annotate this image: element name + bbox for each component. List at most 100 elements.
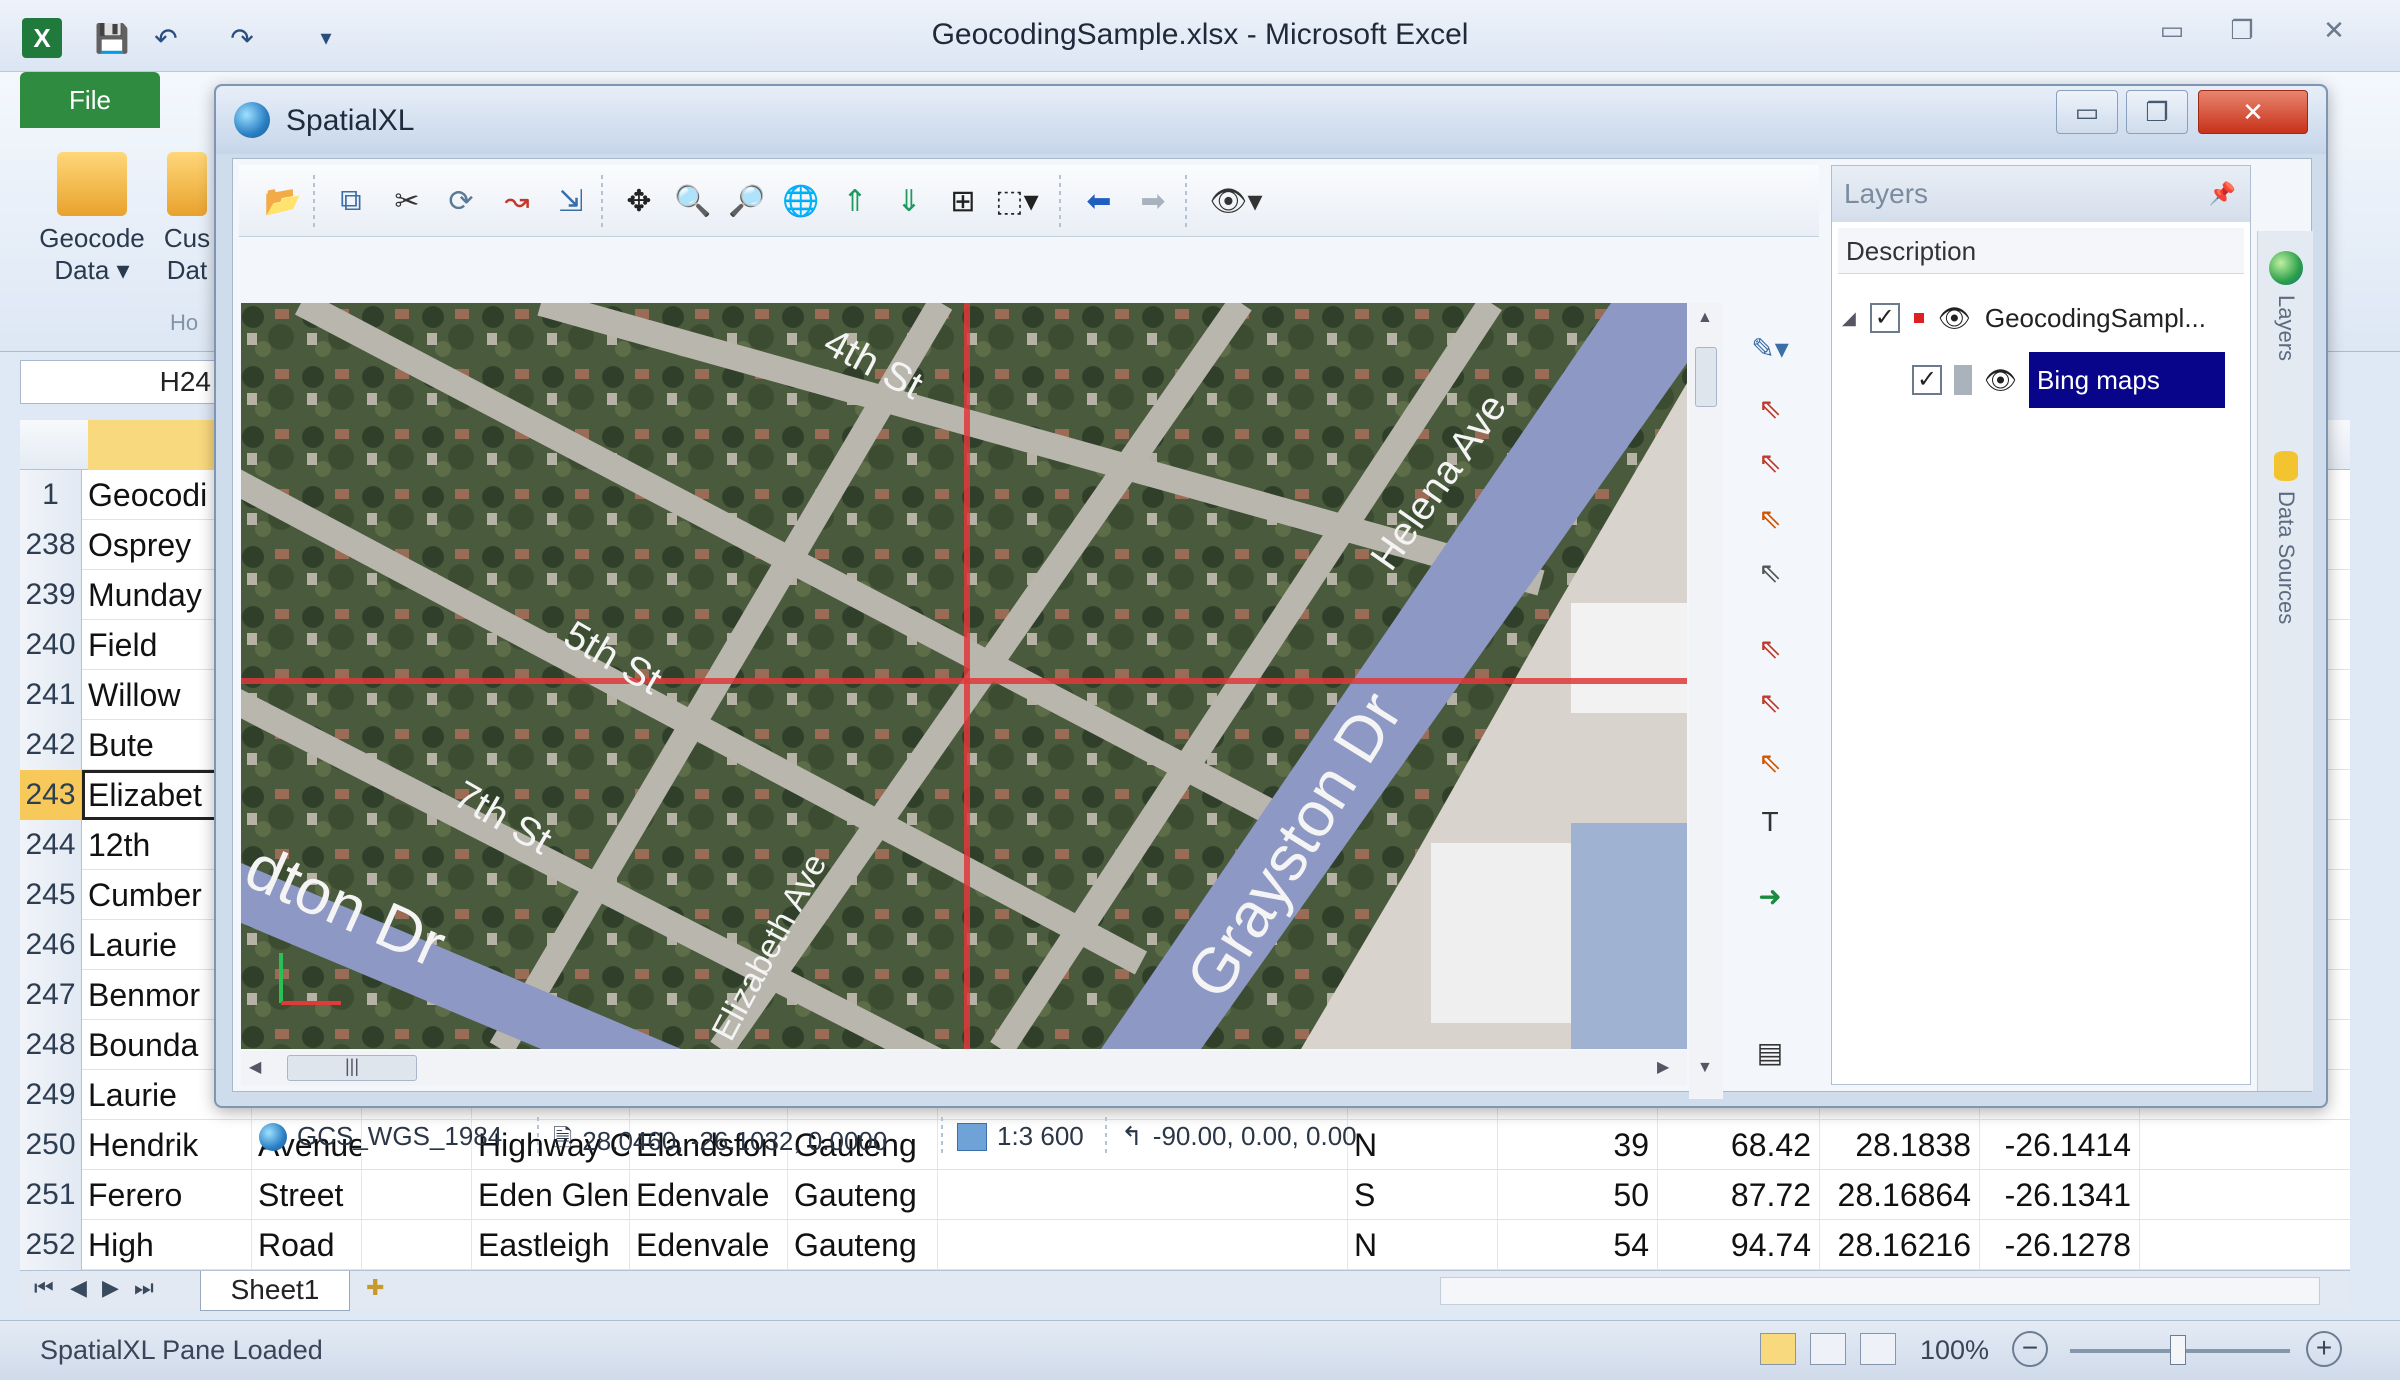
chart-tool-icon[interactable]: ⇲ (549, 179, 593, 223)
copy-layer-icon[interactable]: ⧉ (329, 179, 373, 223)
map-vertical-thumb[interactable] (1695, 347, 1717, 407)
route-icon[interactable]: ↝ (495, 179, 539, 223)
zoom-box-dropdown-icon[interactable]: ⬚▾ (995, 179, 1039, 223)
open-folder-icon[interactable]: 📂 (261, 179, 305, 223)
table-cell[interactable]: 28.1838 (1820, 1120, 1980, 1170)
row-number[interactable]: 251 (20, 1170, 82, 1220)
normal-view-icon[interactable] (1760, 1333, 1796, 1365)
name-box[interactable]: H24 (20, 360, 220, 404)
table-row[interactable]: 252 High Road Eastleigh Edenvale Gauteng N 54 94… (20, 1220, 2350, 1270)
zoom-out-tool-icon[interactable]: 🔎 (725, 179, 769, 223)
row-number[interactable]: 238 (20, 520, 82, 570)
visibility-dropdown-icon[interactable]: 👁▾ (1201, 179, 1271, 223)
zoom-previous-icon[interactable]: ⇑ (833, 179, 877, 223)
row-number[interactable]: 243 (20, 770, 82, 820)
page-layout-view-icon[interactable] (1810, 1333, 1846, 1365)
table-cell[interactable]: S (1348, 1170, 1498, 1220)
data-sources-rail-tab[interactable]: Data Sources (2266, 451, 2306, 624)
table-cell[interactable]: 28.16864 (1820, 1170, 1980, 1220)
scroll-left-icon[interactable]: ◀ (249, 1057, 261, 1077)
aerial-map[interactable]: 4th St 5th St 7th St Elizabeth Ave Helen… (241, 303, 1687, 1049)
map-horizontal-scrollbar[interactable]: ◀ ||| ▶ (241, 1051, 1687, 1085)
table-cell[interactable]: 28.16216 (1820, 1220, 1980, 1270)
row-number[interactable]: 250 (20, 1120, 82, 1170)
table-cell[interactable]: Road (252, 1220, 362, 1270)
spatialxl-close-button[interactable]: ✕ (2198, 90, 2308, 134)
zoom-next-icon[interactable]: ⇓ (887, 179, 931, 223)
select-2d-icon[interactable]: ⇖ (1745, 385, 1795, 431)
row-number[interactable]: 244 (20, 820, 82, 870)
row-number[interactable]: 248 (20, 1020, 82, 1070)
geocode-data-button[interactable]: Geocode Data ▾ (32, 152, 152, 286)
map-vertical-scrollbar[interactable]: ▲ ▼ (1689, 303, 1723, 1099)
layer-checkbox[interactable]: ✓ (1912, 365, 1942, 395)
scroll-up-icon[interactable]: ▲ (1697, 309, 1713, 327)
table-cell[interactable]: 94.74 (1658, 1220, 1820, 1270)
spatialxl-restore-button[interactable]: ❐ (2126, 90, 2188, 134)
layer-row-geocoding[interactable]: ◢ ✓ 👁 GeocodingSampl... (1842, 290, 2206, 346)
file-tab[interactable]: File (20, 72, 160, 128)
row-number[interactable]: 241 (20, 670, 82, 720)
table-cell[interactable]: Eastleigh (472, 1220, 630, 1270)
table-row[interactable]: 251 Ferero Street Eden Glen Edenvale Gauteng S… (20, 1170, 2350, 1220)
last-sheet-icon[interactable]: ⏭ (134, 1275, 154, 1301)
scroll-down-icon[interactable]: ▼ (1697, 1059, 1713, 1077)
table-cell[interactable]: Edenvale (630, 1170, 788, 1220)
excel-close-button[interactable]: ✕ (2306, 10, 2362, 50)
zoom-in-icon[interactable]: + (2306, 1331, 2342, 1367)
export-icon[interactable]: ➜ (1745, 873, 1795, 919)
table-cell[interactable]: 54 (1498, 1220, 1658, 1270)
layers-column-header[interactable]: Description (1838, 228, 2244, 274)
table-cell[interactable]: Eden Glen (472, 1170, 630, 1220)
table-cell[interactable]: Edenvale (630, 1220, 788, 1270)
select-2d-poly-icon[interactable]: ⇖ (1745, 495, 1795, 541)
visibility-icon[interactable]: 👁 (1938, 303, 1971, 334)
identify-line-icon[interactable]: ⇖ (1745, 679, 1795, 725)
forward-arrow-icon[interactable]: ➡ (1131, 179, 1175, 223)
select-2d-area-icon[interactable]: ⇖ (1745, 439, 1795, 485)
layer-row-bing[interactable]: ✓ 👁 Bing maps (1912, 352, 2226, 408)
spatialxl-minimize-button[interactable]: ▭ (2056, 90, 2118, 134)
map-horizontal-thumb[interactable]: ||| (287, 1055, 417, 1081)
excel-restore-button[interactable]: ❐ (2214, 10, 2270, 50)
refresh-map-icon[interactable]: ⟳ (439, 179, 483, 223)
prev-sheet-icon[interactable]: ◀ (70, 1275, 87, 1301)
table-cell[interactable] (938, 1170, 1348, 1220)
table-cell[interactable]: Ferero (82, 1170, 252, 1220)
select-scale-icon[interactable]: ⇖ (1745, 549, 1795, 595)
full-extent-globe-icon[interactable]: 🌐 (779, 179, 823, 223)
layers-rail-tab[interactable]: Layers (2266, 251, 2306, 361)
pan-icon[interactable]: ✥ (617, 179, 661, 223)
page-break-view-icon[interactable] (1860, 1333, 1896, 1365)
insert-sheet-icon[interactable]: ✚ (366, 1275, 384, 1301)
row-number[interactable]: 247 (20, 970, 82, 1020)
table-cell[interactable]: -26.1414 (1980, 1120, 2140, 1170)
table-cell[interactable] (938, 1220, 1348, 1270)
table-cell[interactable]: Street (252, 1170, 362, 1220)
custom-data-button[interactable]: Cus Dat (162, 152, 212, 286)
table-cell[interactable]: N (1348, 1220, 1498, 1270)
pin-icon[interactable]: 📌 (2209, 166, 2236, 222)
layer-checkbox[interactable]: ✓ (1869, 303, 1900, 333)
table-cell[interactable]: -26.1341 (1980, 1170, 2140, 1220)
identify-area-icon[interactable]: ⇖ (1745, 739, 1795, 785)
row-number[interactable]: 240 (20, 620, 82, 670)
identify-point-icon[interactable]: ⇖ (1745, 625, 1795, 671)
row-number[interactable]: 242 (20, 720, 82, 770)
scroll-right-icon[interactable]: ▶ (1657, 1057, 1669, 1077)
map-view[interactable]: 4th St 5th St 7th St Elizabeth Ave Helen… (241, 303, 1687, 1049)
row-number[interactable]: 246 (20, 920, 82, 970)
table-cell[interactable]: High (82, 1220, 252, 1270)
table-cell[interactable]: 50 (1498, 1170, 1658, 1220)
visibility-icon[interactable]: 👁 (1984, 365, 2017, 396)
table-cell[interactable] (362, 1170, 472, 1220)
zoom-level[interactable]: 100% (1920, 1335, 1989, 1366)
attribute-tool-icon[interactable]: ✂ (385, 179, 429, 223)
table-cell[interactable]: 87.72 (1658, 1170, 1820, 1220)
row-number[interactable]: 245 (20, 870, 82, 920)
collapse-icon[interactable]: ◢ (1842, 308, 1856, 329)
table-cell[interactable] (362, 1220, 472, 1270)
sheet-tab[interactable]: Sheet1 (200, 1271, 350, 1311)
table-cell[interactable]: -26.1278 (1980, 1220, 2140, 1270)
first-sheet-icon[interactable]: ⏮ (34, 1275, 54, 1301)
